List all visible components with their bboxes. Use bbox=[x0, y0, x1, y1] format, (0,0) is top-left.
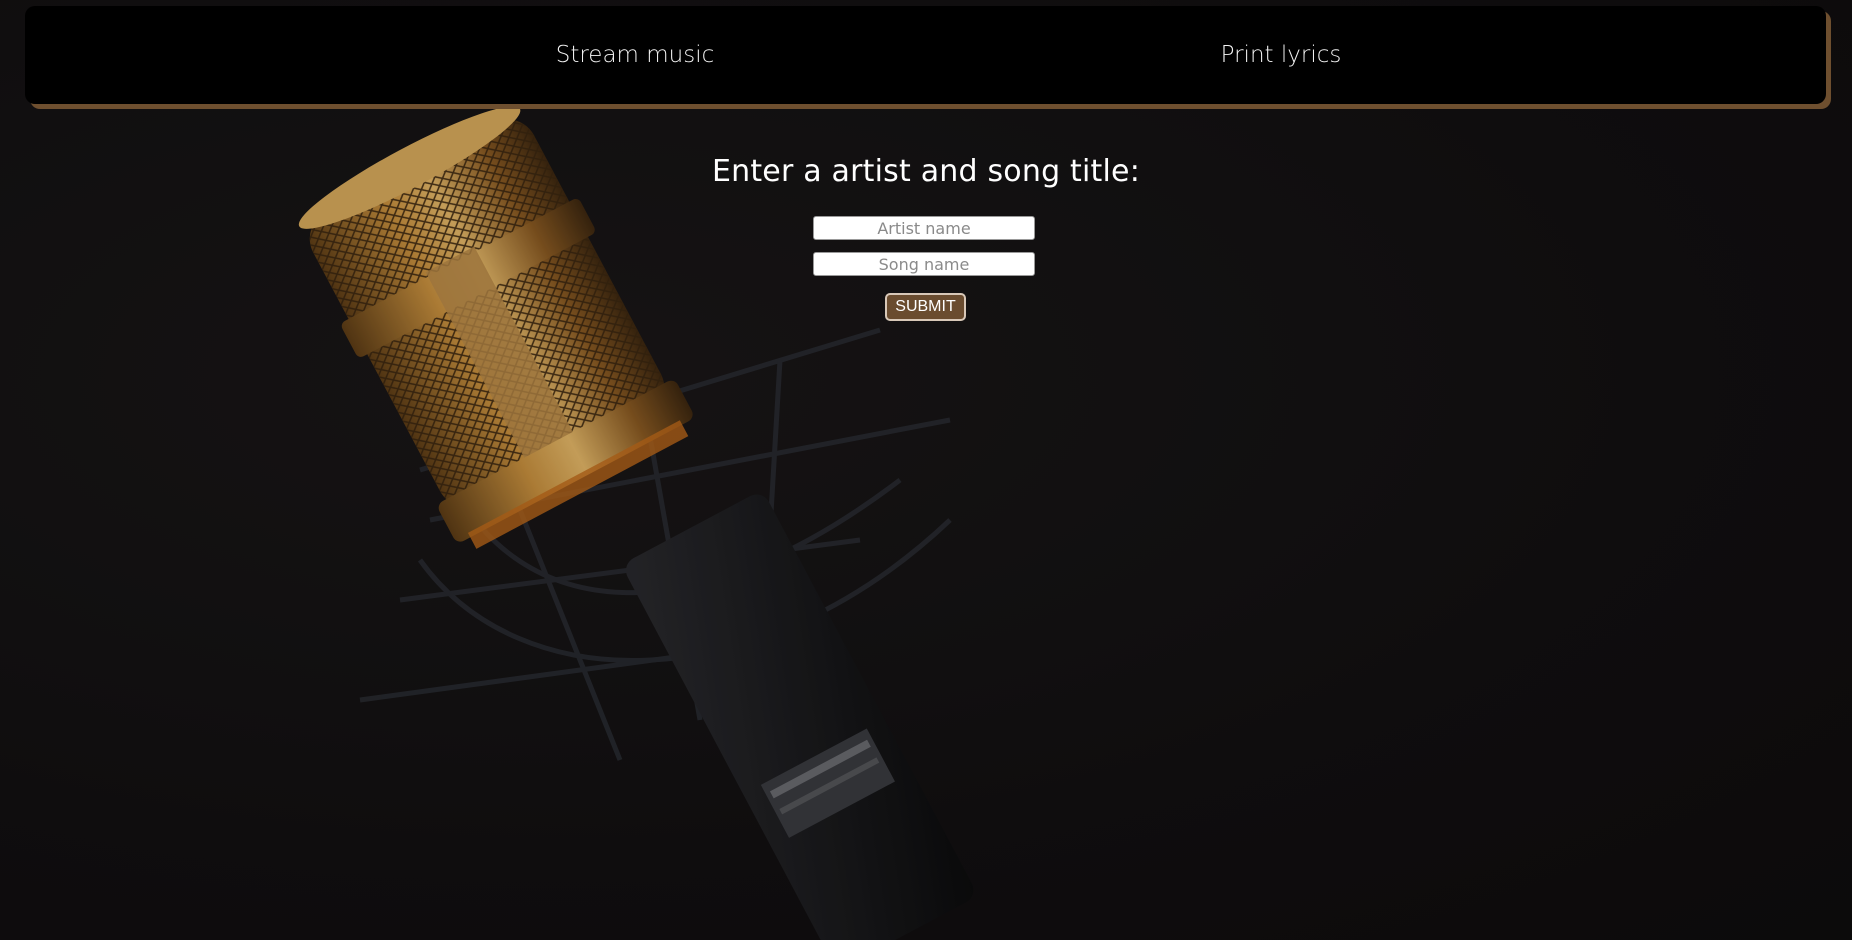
page: Stream music Print lyrics Enter a artist… bbox=[0, 0, 1852, 940]
nav-link-print-lyrics[interactable]: Print lyrics bbox=[1131, 6, 1431, 104]
microphone-background-image bbox=[0, 0, 1852, 940]
form-title: Enter a artist and song title: bbox=[711, 154, 1141, 189]
navbar: Stream music Print lyrics bbox=[25, 6, 1826, 104]
song-name-input[interactable] bbox=[813, 252, 1035, 276]
nav-link-stream-music[interactable]: Stream music bbox=[485, 6, 785, 104]
submit-button[interactable]: SUBMIT bbox=[885, 293, 966, 321]
artist-name-input[interactable] bbox=[813, 216, 1035, 240]
